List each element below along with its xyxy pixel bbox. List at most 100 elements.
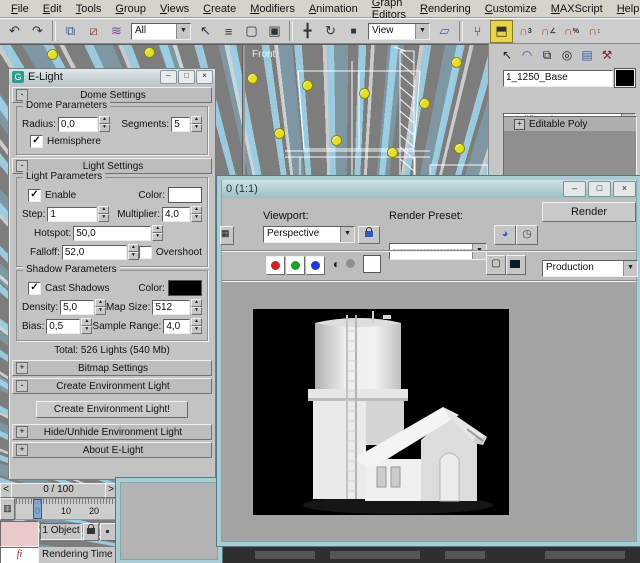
maximize-icon[interactable]: □ xyxy=(588,181,611,197)
object-name-field[interactable]: 1_1250_Base xyxy=(503,70,613,87)
cast-shadows-checkbox[interactable]: ✓ xyxy=(28,282,41,295)
snap-3d-icon[interactable]: ∩3 xyxy=(515,21,536,42)
expand-icon[interactable]: + xyxy=(16,444,28,456)
bias-field[interactable]: 0,5 xyxy=(46,319,80,334)
bind-spacewarp-icon[interactable]: ≋ xyxy=(106,21,127,42)
density-spinner[interactable]: ▲▼ xyxy=(95,299,106,315)
render-window-title-bar[interactable]: 0 (1:1) – □ × xyxy=(222,180,636,198)
track-bar[interactable]: 0 10 20 xyxy=(15,498,117,520)
menu-edit[interactable]: Edit xyxy=(36,2,69,16)
render-button[interactable]: Render xyxy=(542,202,636,222)
render-mode-dropdown[interactable]: Production ▼ xyxy=(542,260,638,277)
tab-modify-icon[interactable]: ◠ xyxy=(517,46,537,64)
menu-help[interactable]: Help xyxy=(610,2,640,16)
shadow-color-swatch[interactable] xyxy=(168,280,202,296)
create-environment-light-button[interactable]: Create Environment Light! xyxy=(36,401,188,418)
bias-spinner[interactable]: ▲▼ xyxy=(81,318,92,334)
light-marker-icon[interactable] xyxy=(274,128,285,139)
clear-color-swatch[interactable] xyxy=(363,255,381,273)
unlink-icon[interactable]: ⧄ xyxy=(83,21,104,42)
mapsize-spinner[interactable]: ▲▼ xyxy=(191,299,202,315)
light-marker-icon[interactable] xyxy=(247,73,258,84)
sample-range-spinner[interactable]: ▲▼ xyxy=(191,318,202,334)
menu-animation[interactable]: Animation xyxy=(302,2,365,16)
selection-lock-icon[interactable] xyxy=(83,523,99,541)
select-object-icon[interactable]: ↖ xyxy=(195,21,216,42)
menu-rendering[interactable]: Rendering xyxy=(413,2,478,16)
spin-down-icon[interactable]: ▼ xyxy=(95,307,106,315)
viewport-lock-icon[interactable] xyxy=(358,226,380,244)
channel-green-button[interactable] xyxy=(286,256,305,275)
spin-down-icon[interactable]: ▼ xyxy=(98,214,109,222)
rollout-about-elight[interactable]: + About E-Light xyxy=(12,442,212,458)
light-marker-icon[interactable] xyxy=(47,49,58,60)
radius-field[interactable]: 0,0 xyxy=(58,117,98,132)
snaps-toggle-icon[interactable]: ⬒ xyxy=(490,20,513,43)
macro-recorder-box[interactable] xyxy=(0,521,39,547)
segments-spinner[interactable]: ▲▼ xyxy=(191,116,202,132)
spin-down-icon[interactable]: ▼ xyxy=(191,307,202,315)
clipped-toolbar-icon[interactable]: ▦ xyxy=(220,226,234,245)
density-field[interactable]: 5,0 xyxy=(60,300,94,315)
spin-down-icon[interactable]: ▼ xyxy=(81,326,92,334)
spin-down-icon[interactable]: ▼ xyxy=(191,124,202,132)
falloff-field[interactable]: 52,0 xyxy=(62,245,127,260)
menu-views[interactable]: Views xyxy=(153,2,196,16)
menu-create[interactable]: Create xyxy=(196,2,243,16)
spin-up-icon[interactable]: ▲ xyxy=(128,244,139,252)
undo-icon[interactable]: ↶ xyxy=(4,21,25,42)
select-scale-icon[interactable]: ■ xyxy=(343,21,364,42)
window-crossing-icon[interactable]: ▣ xyxy=(264,21,285,42)
rendered-image[interactable] xyxy=(253,309,509,515)
light-marker-icon[interactable] xyxy=(144,47,155,58)
mapsize-field[interactable]: 512 xyxy=(152,300,190,315)
percent-snap-icon[interactable]: ∩% xyxy=(561,21,582,42)
tab-hierarchy-icon[interactable]: ⧉ xyxy=(537,46,557,64)
absolute-mode-icon[interactable] xyxy=(100,523,116,541)
minimize-icon[interactable]: – xyxy=(160,70,177,84)
select-manipulate-icon[interactable]: ⑂ xyxy=(467,21,488,42)
maximize-icon[interactable]: □ xyxy=(178,70,195,84)
spin-up-icon[interactable]: ▲ xyxy=(95,299,106,307)
redo-icon[interactable]: ↷ xyxy=(27,21,48,42)
collapse-icon[interactable]: - xyxy=(16,380,28,392)
spin-up-icon[interactable]: ▲ xyxy=(98,206,109,214)
alpha-channel-icon[interactable] xyxy=(346,259,355,268)
spin-down-icon[interactable]: ▼ xyxy=(152,233,163,241)
close-icon[interactable]: × xyxy=(613,181,636,197)
hemisphere-checkbox[interactable]: ✓ xyxy=(30,135,43,148)
monochrome-icon[interactable]: ◐ xyxy=(328,256,345,273)
step-spinner[interactable]: ▲▼ xyxy=(98,206,109,222)
menu-modifiers[interactable]: Modifiers xyxy=(243,2,302,16)
chevron-down-icon[interactable]: ▼ xyxy=(415,24,429,39)
expand-icon[interactable]: + xyxy=(16,362,28,374)
key-mode-icon[interactable]: ▥ xyxy=(0,498,15,520)
select-move-icon[interactable]: ╋ xyxy=(297,21,318,42)
background-window[interactable] xyxy=(115,477,223,563)
tab-utilities-icon[interactable]: ⚒ xyxy=(597,46,617,64)
chevron-down-icon[interactable]: ▼ xyxy=(176,24,190,39)
falloff-spinner[interactable]: ▲▼ xyxy=(128,244,139,260)
menu-maxscript[interactable]: MAXScript xyxy=(544,2,610,16)
segments-field[interactable]: 5 xyxy=(171,117,190,132)
modifier-stack-row[interactable]: + Editable Poly xyxy=(504,117,636,131)
spinner-snap-icon[interactable]: ∩↕ xyxy=(584,21,605,42)
spin-up-icon[interactable]: ▲ xyxy=(99,116,110,124)
overshoot-checkbox[interactable] xyxy=(139,246,152,259)
object-color-swatch[interactable] xyxy=(615,69,635,87)
environment-icon[interactable]: ◷ xyxy=(516,225,538,245)
tab-display-icon[interactable]: ▤ xyxy=(577,46,597,64)
chevron-down-icon[interactable]: ▼ xyxy=(340,227,354,242)
channel-red-button[interactable] xyxy=(266,256,285,275)
light-marker-icon[interactable] xyxy=(387,147,398,158)
spin-down-icon[interactable]: ▼ xyxy=(191,326,202,334)
light-marker-icon[interactable] xyxy=(359,88,370,99)
link-icon[interactable]: ⧉ xyxy=(60,21,81,42)
expand-icon[interactable]: + xyxy=(514,119,525,130)
step-field[interactable]: 1 xyxy=(47,207,97,222)
maxscript-mini-listener[interactable]: fi xyxy=(0,547,39,563)
menu-file[interactable]: File xyxy=(4,2,36,16)
spin-up-icon[interactable]: ▲ xyxy=(81,318,92,326)
select-rotate-icon[interactable]: ↻ xyxy=(320,21,341,42)
spin-up-icon[interactable]: ▲ xyxy=(191,318,202,326)
